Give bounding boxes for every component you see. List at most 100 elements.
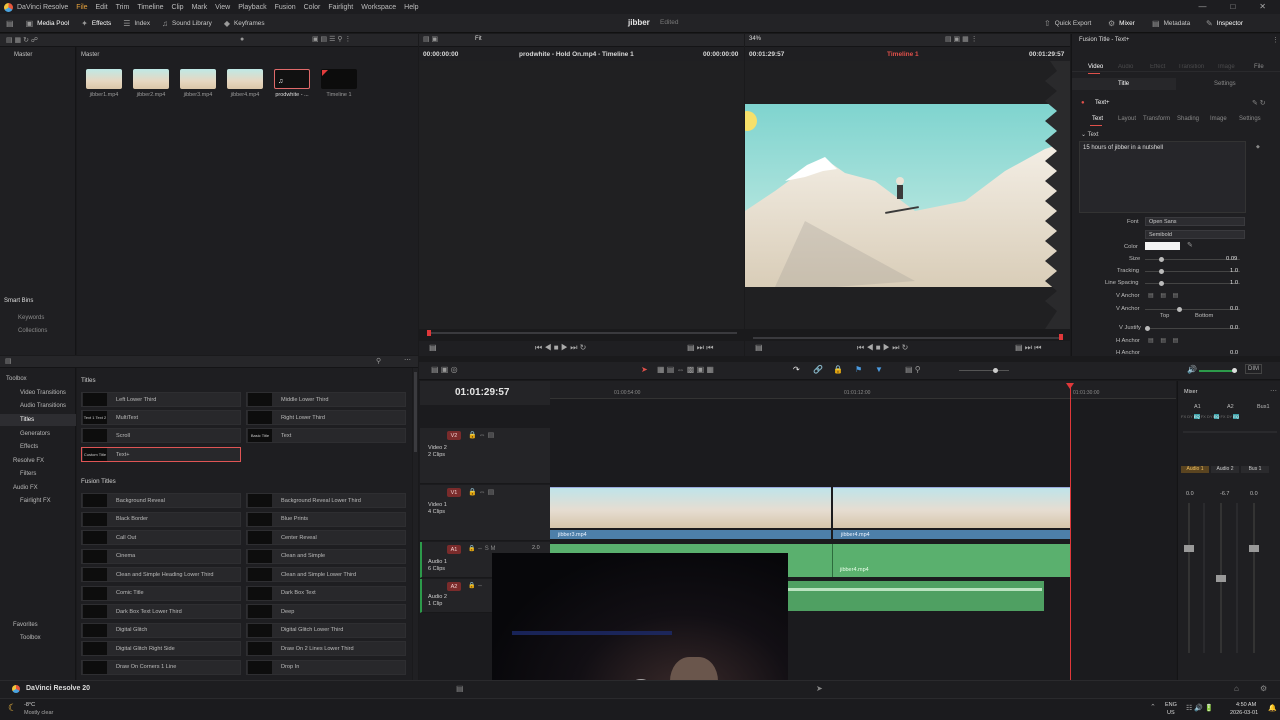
bin-list-toggle-icon[interactable]: ▤ ▦ ↻ ☍ [6,36,38,44]
inspector-tab-audio[interactable]: Audio [1118,64,1133,70]
mixer-eq-row[interactable]: FX DY EQ FX DY EQ FX DY EQ [1181,414,1279,424]
marker-icon[interactable]: ▼ [875,365,883,374]
fusion-titles-section-header[interactable]: Fusion Titles [81,478,116,485]
dim-button[interactable]: DIM [1245,364,1262,374]
effect-item[interactable]: Middle Lower Third [246,392,406,407]
line-spacing-slider[interactable] [1145,281,1240,286]
weather-condition[interactable]: Mostly clear [24,710,53,716]
fusion-title-item[interactable]: Drop In [246,659,406,675]
effects-button[interactable]: ✦ Effects [75,14,117,33]
flag-icon[interactable]: ⚑ [855,365,862,374]
effect-item[interactable]: Basic Title Text [246,428,406,443]
tree-filters[interactable]: Filters [20,471,36,477]
metadata-button[interactable]: ▤ Metadata [1152,14,1190,33]
tree-resolve-fx[interactable]: Resolve FX [13,458,44,464]
v-anchor-value[interactable]: 0.0 [1230,306,1238,312]
program-viewer-canvas[interactable] [745,61,1070,329]
mixer-value[interactable]: -6.7 [1220,491,1229,497]
region-indicator[interactable]: US [1167,710,1175,716]
menu-clip[interactable]: Clip [172,4,184,11]
text-section-header[interactable]: ⌄ Text [1081,131,1099,138]
titles-section-header[interactable]: Titles [81,377,96,384]
inspector-tab-effect[interactable]: Effect [1150,64,1165,70]
clip-thumbnail[interactable] [180,69,216,89]
minimize-icon[interactable]: — [1198,2,1206,11]
h-anchor-value[interactable]: 0.0 [1230,350,1238,356]
quick-export-button[interactable]: ⇧ Quick Export [1044,14,1091,33]
node-active-icon[interactable]: ● [1081,100,1085,106]
clip-thumbnail-selected[interactable]: ♫ [274,69,310,89]
keyframe-diamond-icon[interactable]: ◆ [1256,144,1260,150]
node-tab-settings[interactable]: Settings [1239,116,1261,122]
fusion-title-item[interactable]: Digital Glitch [81,622,241,638]
menu-timeline[interactable]: Timeline [137,4,163,11]
index-button[interactable]: ☰ Index [117,14,156,33]
smart-bin-keywords[interactable]: Keywords [18,315,44,321]
node-tools-icon[interactable]: ✎ ↻ [1252,99,1266,107]
node-tab-text[interactable]: Text [1092,116,1103,122]
slider-knob[interactable] [1159,281,1164,286]
snapping-icon[interactable]: ↷ [793,365,800,374]
timeline-playhead[interactable] [1070,383,1071,680]
edit-tools-icons[interactable]: ▦ ▤ ⇔ ▩ ▣ ▦ [657,365,714,374]
node-tab-shading[interactable]: Shading [1177,116,1199,122]
fusion-title-item[interactable]: Cinema [81,548,241,564]
effect-item[interactable]: Right Lower Third [246,410,406,425]
source-mark-controls[interactable]: ▤ ⏭ ⏮ [687,343,713,353]
fusion-title-item[interactable]: Dark Box Text Lower Third [81,604,241,619]
master-volume-slider[interactable] [1199,368,1237,373]
menu-trim[interactable]: Trim [116,4,130,11]
node-tab-transform[interactable]: Transform [1143,116,1170,122]
track-controls-icons[interactable]: 🔒 ⇔ [468,582,483,589]
fusion-title-item[interactable]: Background Reveal Lower Third [246,493,406,508]
fusion-title-item[interactable]: Clean and Simple [246,548,406,564]
selection-tool-icon[interactable]: ➤ [641,365,648,374]
page-deliver-icon[interactable]: ➤ [816,684,823,693]
v-justify-slider[interactable] [1145,326,1240,331]
sound-library-button[interactable]: ♫ Sound Library [156,14,218,33]
fader-track[interactable] [1249,503,1259,653]
lock-icon[interactable]: 🔒 [833,365,843,374]
search-icon[interactable]: ⚲ [376,357,381,365]
mixer-button[interactable]: ⚙ Mixer [1108,14,1135,33]
fusion-title-item[interactable]: Dark Box Text [246,585,406,601]
view-mode-icons[interactable]: ▣ ▤ ☰ ⚲ ⋮ [312,35,351,43]
program-timeline-name[interactable]: Timeline 1 [887,51,919,58]
tree-video-transitions[interactable]: Video Transitions [20,390,66,396]
source-options-icon[interactable]: ▤ [429,343,437,352]
tree-fairlight-fx[interactable]: Fairlight FX [20,498,51,504]
track-badge[interactable]: V1 [447,488,461,497]
track-badge[interactable]: A1 [447,545,461,554]
inspector-options-icon[interactable]: ⋮ [1272,36,1279,44]
fusion-title-item[interactable]: Blue Prints [246,511,406,527]
tracking-slider[interactable] [1145,269,1240,274]
fusion-title-item[interactable]: Draw On 2 Lines Lower Third [246,641,406,656]
inspector-tab-image[interactable]: Image [1218,64,1235,70]
track-badge[interactable]: A2 [447,582,461,591]
page-media-icon[interactable]: ▤ [456,684,464,693]
size-value[interactable]: 0.09 [1226,256,1237,262]
subtab-settings[interactable]: Settings [1214,81,1236,87]
tree-toolbox[interactable]: Toolbox [6,376,27,382]
slider-knob[interactable] [993,368,998,373]
menu-color[interactable]: Color [304,4,321,11]
fusion-title-item[interactable]: Deep [246,604,406,619]
track-controls-icons[interactable]: 🔒 ⇔ S M [468,545,495,552]
mixer-value[interactable]: 0.0 [1186,491,1194,497]
program-options-icon[interactable]: ▤ [755,343,763,352]
clock-time[interactable]: 4:50 AM [1236,702,1256,708]
mixer-options-icon[interactable]: ⋯ [1270,387,1277,395]
inspector-tab-file[interactable]: File [1254,64,1264,70]
slider-knob[interactable] [1159,269,1164,274]
maximize-icon[interactable]: □ [1230,2,1235,11]
fader-track[interactable] [1216,503,1226,653]
font-dropdown[interactable]: Open Sans [1145,217,1245,226]
menu-edit[interactable]: Edit [96,4,108,11]
menu-playback[interactable]: Playback [238,4,266,11]
notification-bell-icon[interactable]: 🔔 [1268,704,1277,712]
smart-bins-header[interactable]: Smart Bins [4,298,33,304]
video-clip-jibber3[interactable] [550,487,831,528]
fusion-title-item[interactable]: Call Out [81,530,241,545]
inspector-tab-video[interactable]: Video [1088,64,1103,70]
timeline-zoom-slider[interactable] [959,368,1009,373]
